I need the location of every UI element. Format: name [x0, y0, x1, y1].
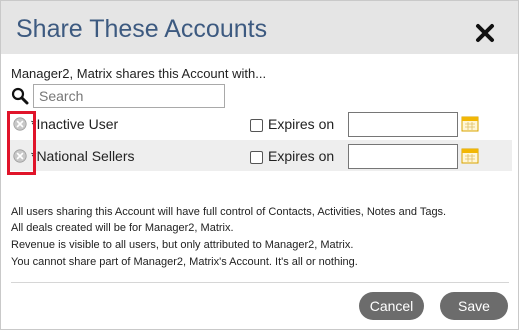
- expiry-date-input[interactable]: [348, 112, 458, 137]
- info-text: Revenue is visible to all users, but onl…: [11, 239, 354, 251]
- close-icon[interactable]: [475, 23, 495, 43]
- footer-divider: [11, 282, 509, 283]
- expires-label: Expires on: [268, 116, 335, 132]
- share-row: *National Sellers Expires on: [9, 140, 512, 171]
- cancel-button[interactable]: Cancel: [359, 292, 424, 320]
- share-row: *Inactive User Expires on: [9, 108, 512, 139]
- remove-icons-highlight: [7, 111, 36, 175]
- expires-checkbox[interactable]: [250, 119, 263, 132]
- info-text: All deals created will be for Manager2, …: [11, 222, 234, 234]
- search-icon: [11, 87, 29, 105]
- expires-checkbox[interactable]: [250, 151, 263, 164]
- share-subtitle: Manager2, Matrix shares this Account wit…: [11, 66, 267, 81]
- expiry-date-input[interactable]: [348, 144, 458, 169]
- share-accounts-dialog: Share These Accounts Manager2, Matrix sh…: [0, 0, 519, 330]
- search-input[interactable]: [33, 84, 225, 108]
- share-row-name: *National Sellers: [31, 148, 135, 164]
- info-text: All users sharing this Account will have…: [11, 206, 447, 218]
- dialog-title: Share These Accounts: [16, 15, 268, 43]
- info-text: You cannot share part of Manager2, Matri…: [11, 256, 358, 268]
- save-button[interactable]: Save: [440, 292, 508, 320]
- share-row-name: *Inactive User: [31, 116, 119, 132]
- dialog-titlebar: Share These Accounts: [1, 1, 518, 54]
- calendar-icon[interactable]: [461, 147, 479, 164]
- calendar-icon[interactable]: [461, 115, 479, 132]
- expires-label: Expires on: [268, 148, 335, 164]
